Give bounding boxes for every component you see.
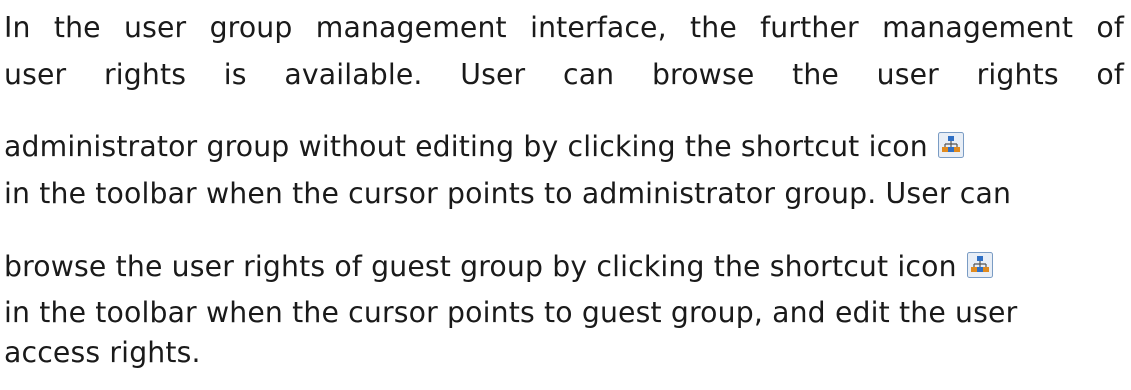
paragraph-line-6: in the toolbar when the cursor points to… (4, 288, 1124, 338)
paragraph-line-5: browse the user rights of guest group by… (4, 220, 1124, 288)
word: further (760, 11, 859, 44)
word: available. (284, 58, 423, 91)
word: rights (103, 58, 187, 91)
user-rights-hierarchy-icon (966, 252, 993, 278)
word: rights (976, 58, 1059, 91)
word: management (882, 11, 1074, 44)
document-paragraph: In the user group management interface, … (4, 6, 1124, 374)
line-text: in the toolbar when the cursor points to… (4, 177, 1012, 210)
word: can (562, 58, 615, 91)
line-text: browse the user rights of guest group by… (4, 250, 957, 283)
word: the (53, 11, 101, 44)
paragraph-line-4: in the toolbar when the cursor points to… (4, 168, 1124, 220)
word: user (123, 11, 187, 44)
line-text: in the toolbar when the cursor points to… (4, 296, 1018, 329)
word: user (876, 58, 939, 91)
word: User (460, 58, 526, 91)
word: is (223, 58, 247, 91)
word: browse (651, 58, 755, 91)
word: interface, (530, 11, 667, 44)
word: group (209, 11, 293, 44)
user-rights-hierarchy-icon (937, 132, 964, 158)
paragraph-line-3: administrator group without editing by c… (4, 100, 1124, 168)
line-text: access rights. (4, 336, 201, 369)
word: the (690, 11, 737, 44)
paragraph-line-2: user rights is available. User can brows… (4, 50, 1124, 100)
word: In (4, 11, 31, 44)
word: of (1096, 58, 1124, 91)
word: the (792, 58, 839, 91)
word: user (4, 58, 67, 91)
line-text: administrator group without editing by c… (4, 130, 928, 163)
paragraph-line-1: In the user group management interface, … (4, 6, 1124, 50)
word: of (1096, 11, 1124, 44)
word: management (315, 11, 507, 44)
paragraph-line-7: access rights. (4, 336, 1124, 374)
